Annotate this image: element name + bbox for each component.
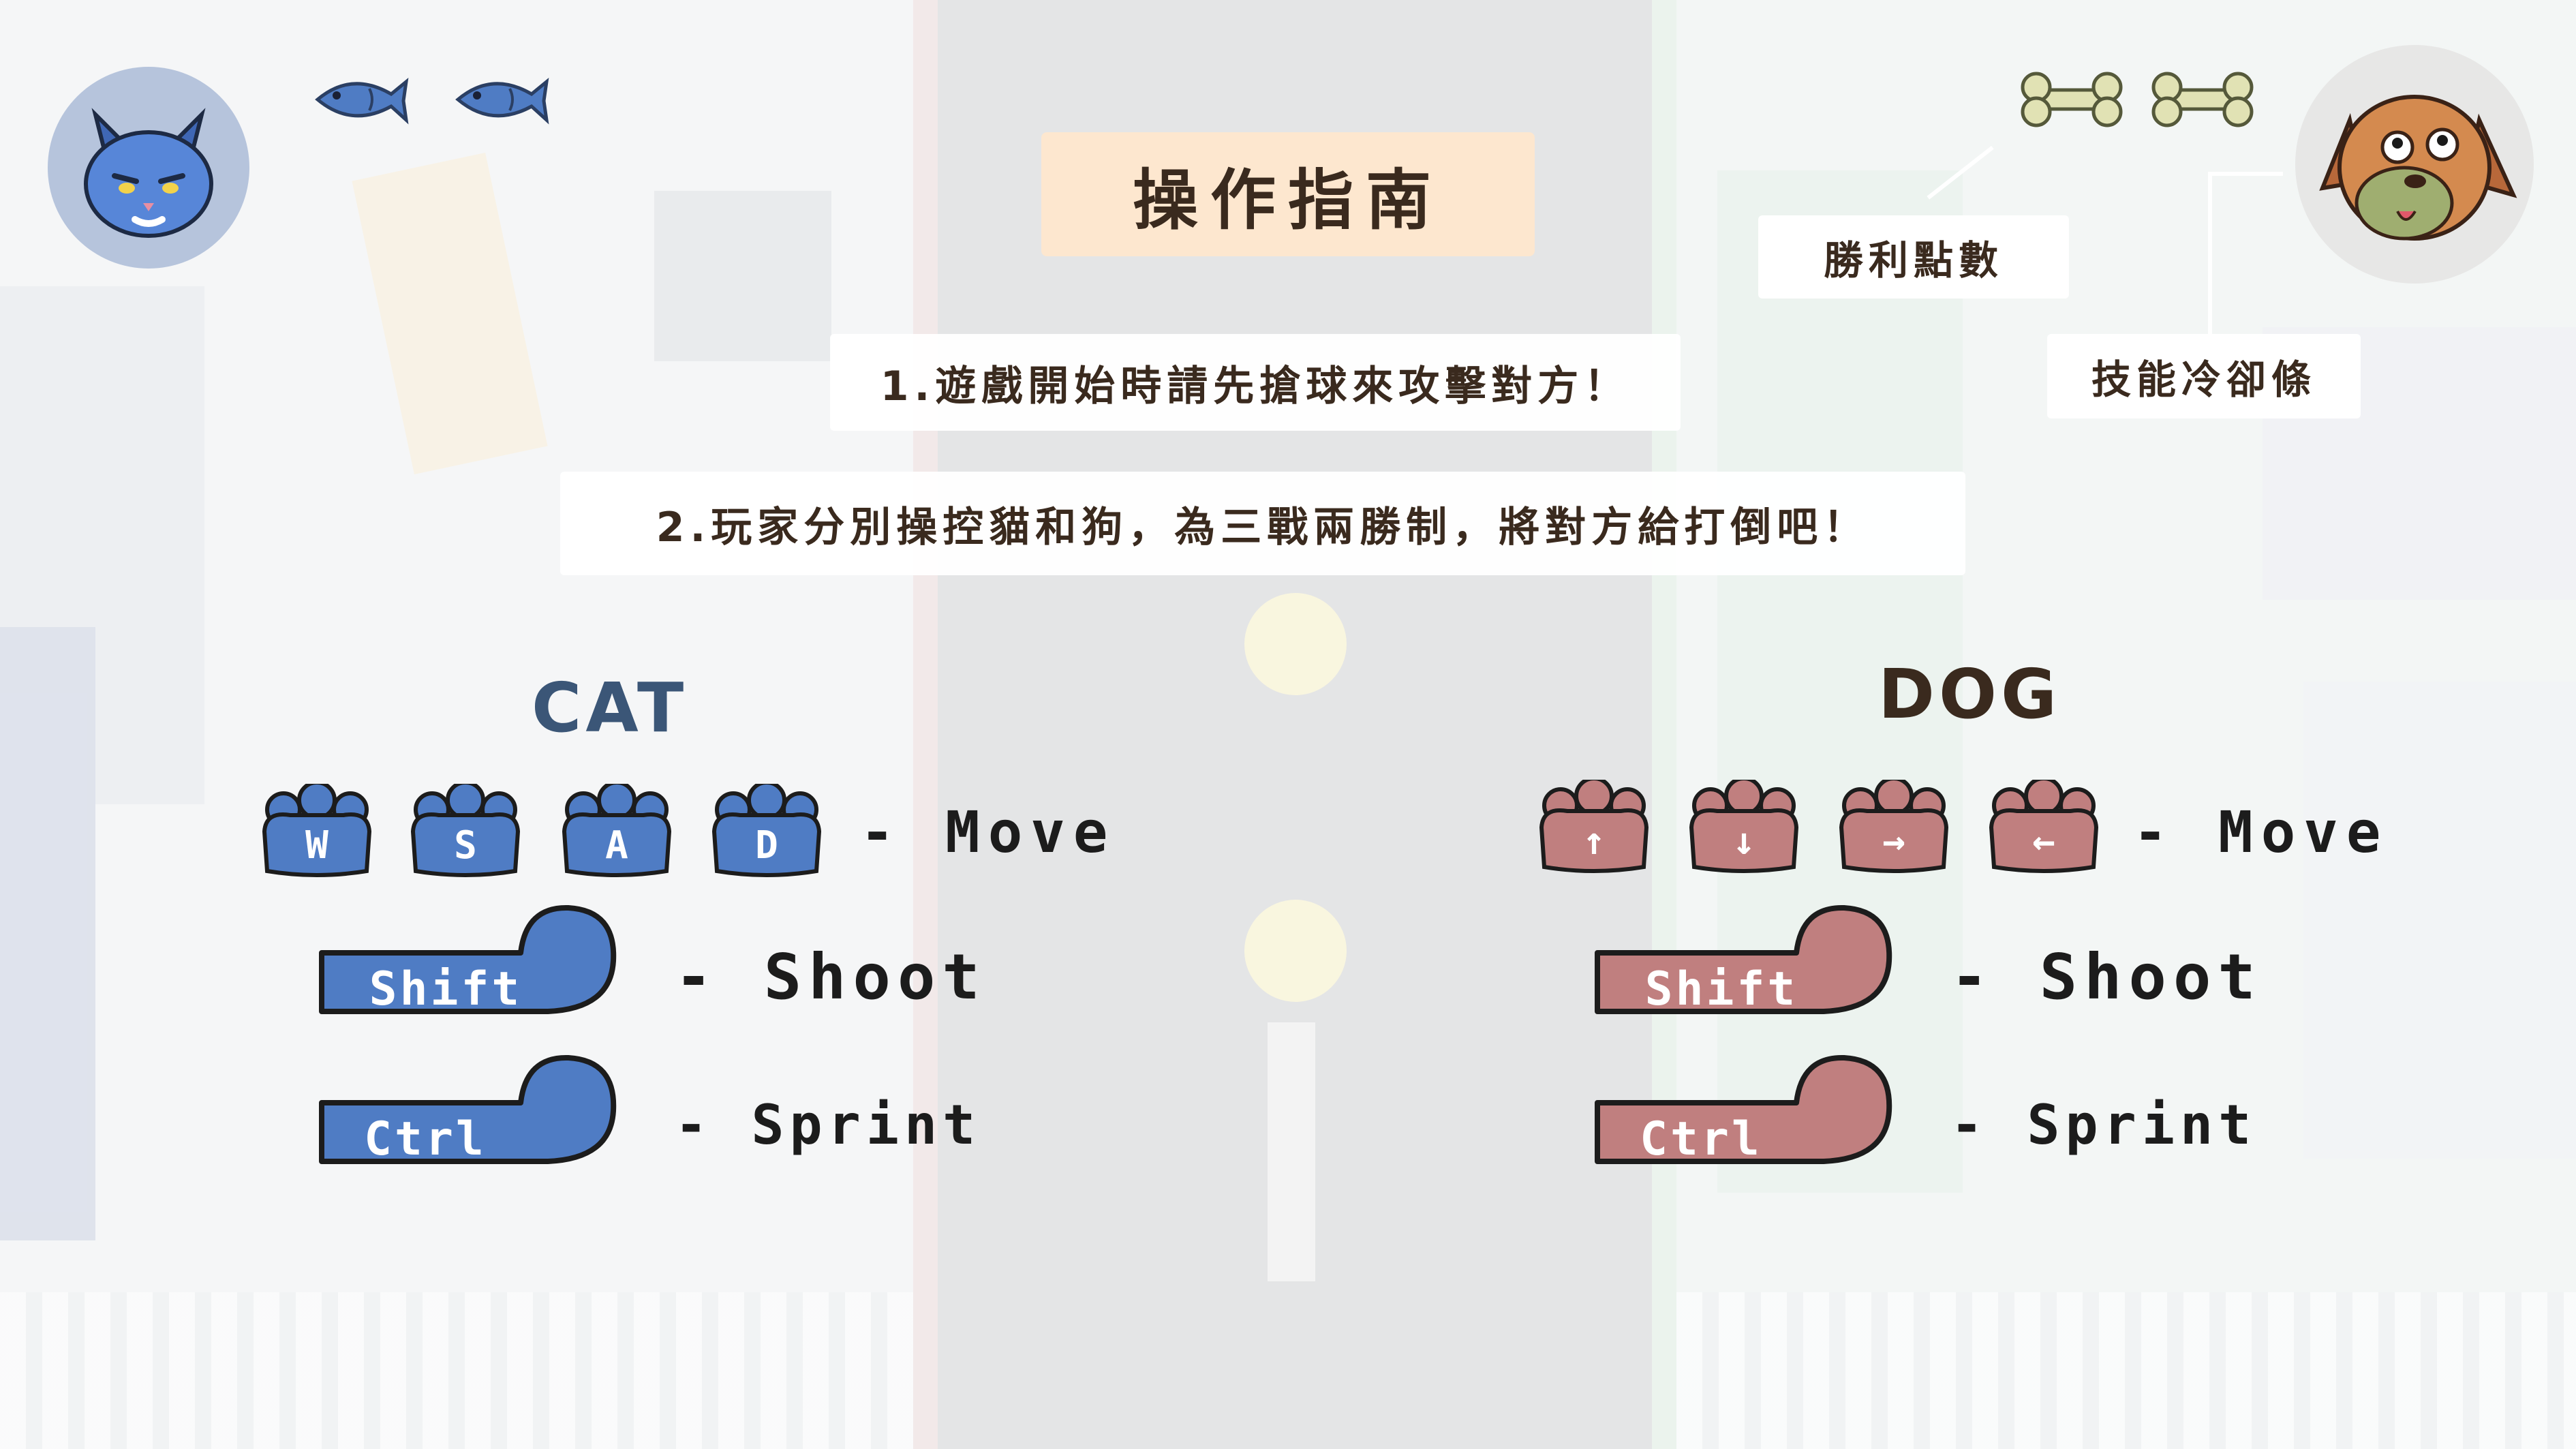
dog-sprint-action: - Sprint bbox=[1950, 1093, 2257, 1157]
cat-sprint-action: - Sprint bbox=[675, 1093, 981, 1157]
cat-ctrl-key: Ctrl bbox=[316, 1050, 623, 1176]
page-title: 操作指南 bbox=[1041, 132, 1535, 256]
key-label: ↑ bbox=[1582, 819, 1606, 864]
cat-move-action: - Move bbox=[860, 799, 1116, 866]
score-label: 勝利點數 bbox=[1758, 215, 2069, 299]
bone-icon bbox=[2021, 72, 2123, 127]
fish-icon bbox=[455, 78, 549, 125]
key-label: A bbox=[605, 823, 628, 868]
dog-avatar bbox=[2295, 45, 2534, 284]
cat-face-icon bbox=[84, 108, 213, 238]
key-label: ↓ bbox=[1732, 819, 1755, 864]
key-label: S bbox=[454, 823, 477, 868]
key-label: Ctrl bbox=[1640, 1112, 1762, 1166]
dog-ctrl-key: Ctrl bbox=[1592, 1050, 1899, 1176]
cooldown-label: 技能冷卻條 bbox=[2047, 334, 2361, 418]
rule-2-text: 2.玩家分別操控貓和狗，為三戰兩勝制，將對方給打倒吧！ bbox=[560, 472, 1965, 575]
key-label: W bbox=[305, 823, 328, 868]
fish-icon bbox=[315, 78, 409, 125]
cat-shift-key: Shift bbox=[316, 900, 623, 1026]
dog-key-up: ↑ bbox=[1533, 776, 1655, 878]
dog-key-right: → bbox=[1833, 776, 1954, 878]
cat-heading: CAT bbox=[532, 668, 688, 748]
dog-shift-key: Shift bbox=[1592, 900, 1899, 1026]
dog-key-down: ↓ bbox=[1683, 776, 1805, 878]
cat-key-s: S bbox=[405, 780, 526, 882]
controls-guide-screen: 操作指南 1.遊戲開始時請先搶球來攻擊對方！ 2.玩家分別操控貓和狗，為三戰兩勝… bbox=[0, 0, 2576, 1449]
cat-key-a: A bbox=[556, 780, 677, 882]
key-label: ← bbox=[2032, 819, 2055, 864]
cat-key-d: D bbox=[706, 780, 827, 882]
key-label: Shift bbox=[1644, 962, 1798, 1016]
cat-key-w: W bbox=[256, 780, 378, 882]
rule-1-text: 1.遊戲開始時請先搶球來攻擊對方！ bbox=[830, 334, 1681, 431]
dog-move-action: - Move bbox=[2133, 799, 2389, 866]
bone-icon bbox=[2151, 72, 2254, 127]
dog-heading: DOG bbox=[1878, 654, 2061, 734]
cat-shoot-action: - Shoot bbox=[675, 941, 987, 1013]
dog-shoot-action: - Shoot bbox=[1950, 941, 2263, 1013]
key-label: Shift bbox=[369, 962, 523, 1016]
cat-avatar bbox=[48, 67, 249, 269]
key-label: Ctrl bbox=[364, 1112, 487, 1166]
dog-face-icon bbox=[2319, 95, 2517, 241]
key-label: D bbox=[755, 823, 778, 868]
dog-key-left: ← bbox=[1983, 776, 2104, 878]
key-label: → bbox=[1882, 819, 1905, 864]
cooldown-pointer-line bbox=[2208, 172, 2212, 335]
cooldown-pointer-line bbox=[2208, 172, 2283, 176]
